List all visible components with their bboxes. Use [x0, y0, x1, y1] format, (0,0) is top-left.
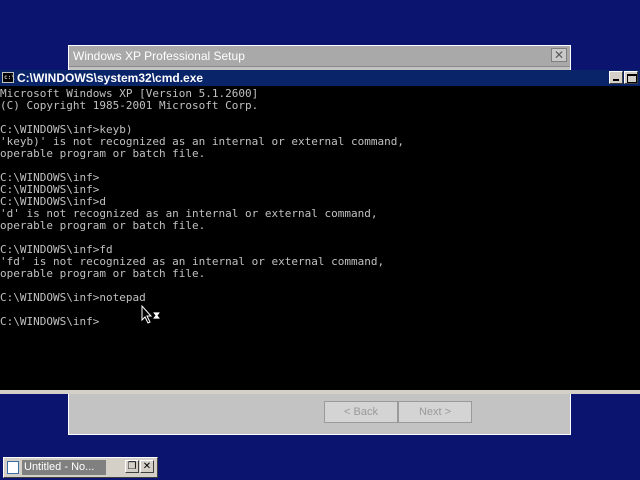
notepad-icon	[7, 461, 19, 474]
maximize-button[interactable]	[624, 71, 638, 84]
cmd-window-title: C:\WINDOWS\system32\cmd.exe	[17, 71, 204, 85]
setup-window-title: Windows XP Professional Setup	[69, 46, 570, 67]
cmd-icon: c:\	[2, 72, 15, 83]
cmd-titlebar[interactable]: c:\ C:\WINDOWS\system32\cmd.exe	[0, 70, 640, 86]
minimize-button[interactable]	[609, 71, 623, 84]
cmd-window: c:\ C:\WINDOWS\system32\cmd.exe Microsof…	[0, 70, 640, 394]
taskbar-item-label: Untitled - No...	[22, 460, 106, 475]
back-button[interactable]: < Back	[324, 401, 398, 423]
busy-cursor-icon	[141, 305, 161, 324]
taskbar-close-button[interactable]: ✕	[140, 460, 154, 473]
setup-close-button[interactable]: ✕	[551, 48, 567, 62]
taskbar-restore-button[interactable]: ❐	[125, 460, 139, 473]
taskbar-item-notepad[interactable]: Untitled - No... ❐ ✕	[3, 457, 158, 478]
console-output-area[interactable]: Microsoft Windows XP [Version 5.1.2600] …	[0, 86, 640, 390]
next-button[interactable]: Next >	[398, 401, 472, 423]
console-text: Microsoft Windows XP [Version 5.1.2600] …	[0, 87, 404, 328]
